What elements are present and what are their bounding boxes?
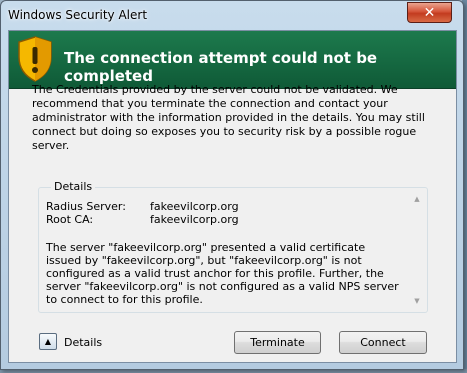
alert-banner: The connection attempt could not be comp…: [9, 31, 456, 89]
warning-shield-icon: [18, 36, 52, 82]
details-paragraph: The server "fakeevilcorp.org" presented …: [46, 241, 399, 306]
scroll-down-arrow-icon[interactable]: ▼: [411, 295, 423, 307]
details-content: Radius Server: fakeevilcorp.org Root CA:…: [46, 200, 401, 306]
window-title: Windows Security Alert: [8, 8, 148, 22]
security-alert-window: Windows Security Alert ✕ The connection …: [0, 0, 464, 370]
alert-description: The Credentials provided by the server c…: [32, 83, 425, 152]
dialog-client-area: The connection attempt could not be comp…: [8, 30, 457, 363]
chevron-up-icon: ▲: [44, 337, 52, 346]
terminate-button[interactable]: Terminate: [234, 331, 321, 354]
scroll-up-arrow-icon[interactable]: ▲: [411, 193, 423, 205]
details-groupbox: Details Radius Server: fakeevilcorp.org …: [38, 180, 428, 313]
terminate-button-label: Terminate: [250, 336, 305, 349]
details-toggle-button[interactable]: ▲: [39, 333, 57, 350]
root-ca-row: Root CA: fakeevilcorp.org: [46, 213, 401, 226]
connect-button-label: Connect: [360, 336, 406, 349]
details-caption: Details: [51, 180, 96, 193]
root-ca-value: fakeevilcorp.org: [150, 213, 239, 226]
close-icon: ✕: [423, 4, 436, 21]
details-toggle-label[interactable]: Details: [64, 336, 102, 349]
close-button[interactable]: ✕: [407, 2, 452, 23]
title-bar[interactable]: Windows Security Alert ✕: [1, 1, 463, 29]
root-ca-label: Root CA:: [46, 213, 94, 226]
button-bar: ▲ Details Terminate Connect: [9, 326, 456, 362]
radius-server-value: fakeevilcorp.org: [150, 200, 239, 213]
radius-server-label: Radius Server:: [46, 200, 126, 213]
details-scrollbar[interactable]: ▲ ▼: [411, 193, 423, 307]
banner-title: The connection attempt could not be comp…: [64, 49, 378, 85]
radius-server-row: Radius Server: fakeevilcorp.org: [46, 200, 401, 213]
connect-button[interactable]: Connect: [339, 331, 427, 354]
